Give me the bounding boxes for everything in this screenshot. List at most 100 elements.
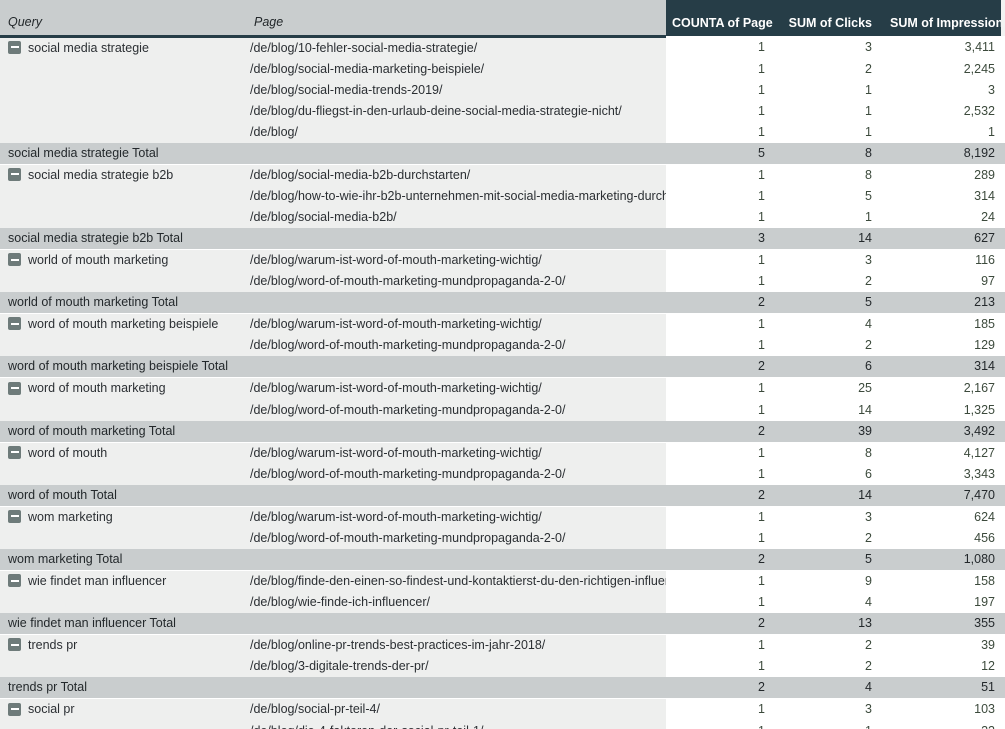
collapse-minus-icon[interactable] — [8, 381, 21, 395]
collapse-minus-icon[interactable] — [8, 167, 21, 181]
total-impressions-value: 355 — [884, 613, 1005, 635]
clicks-value: 2 — [779, 335, 884, 357]
impressions-value: 2,245 — [884, 58, 1005, 80]
clicks-value: 1 — [779, 79, 884, 101]
table-row: /de/blog/word-of-mouth-marketing-mundpro… — [0, 527, 1005, 549]
counta-value: 1 — [666, 185, 779, 207]
query-group-cell: wie findet man influencer — [0, 569, 246, 593]
page-cell: /de/blog/word-of-mouth-marketing-mundpro… — [246, 271, 666, 293]
total-clicks-value: 6 — [779, 356, 884, 378]
total-label: social media strategie b2b Total — [0, 227, 666, 250]
query-empty-cell — [0, 592, 246, 614]
page-cell: /de/blog/10-fehler-social-media-strategi… — [246, 35, 666, 59]
total-counta-value: 2 — [666, 420, 779, 443]
table-row: social media strategie b2b/de/blog/socia… — [0, 163, 1005, 186]
collapse-minus-icon[interactable] — [8, 509, 21, 523]
total-label: world of mouth marketing Total — [0, 292, 666, 314]
clicks-value: 8 — [779, 163, 884, 186]
table-row: /de/blog/word-of-mouth-marketing-mundpro… — [0, 271, 1005, 293]
query-empty-cell — [0, 656, 246, 678]
query-group-cell: wom marketing — [0, 505, 246, 528]
page-cell: /de/blog/finde-den-einen-so-findest-und-… — [246, 569, 666, 593]
page-cell: /de/blog/online-pr-trends-best-practices… — [246, 634, 666, 657]
query-label: wom marketing — [28, 509, 113, 524]
table-header: Query Page COUNTA of Page SUM of Clicks … — [0, 0, 1005, 38]
page-url: /de/blog/social-media-trends-2019/ — [250, 82, 443, 97]
page-url: /de/blog/ — [250, 124, 298, 139]
query-label: social pr — [28, 702, 75, 717]
collapse-minus-icon[interactable] — [8, 40, 21, 54]
clicks-value: 6 — [779, 463, 884, 485]
column-header-impressions[interactable]: SUM of Impressions — [884, 0, 1005, 36]
collapse-minus-icon[interactable] — [8, 445, 21, 459]
page-cell: /de/blog/social-media-b2b/ — [246, 206, 666, 228]
clicks-value: 3 — [779, 35, 884, 59]
impressions-value: 129 — [884, 335, 1005, 357]
collapse-minus-icon[interactable] — [8, 253, 21, 267]
table-row: trends pr/de/blog/online-pr-trends-best-… — [0, 634, 1005, 657]
page-url: /de/blog/warum-ist-word-of-mouth-marketi… — [250, 253, 542, 267]
impressions-value: 314 — [884, 185, 1005, 207]
total-counta-value: 2 — [666, 292, 779, 314]
total-label: social media strategie Total — [0, 142, 666, 165]
total-clicks-value: 39 — [779, 420, 884, 443]
page-cell: /de/blog/social-media-b2b-durchstarten/ — [246, 163, 666, 186]
total-row: word of mouth marketing Total 2 39 3,492 — [0, 420, 1005, 443]
impressions-value: 3 — [884, 79, 1005, 101]
total-label: word of mouth Total — [0, 484, 666, 507]
counta-value: 1 — [666, 505, 779, 528]
clicks-value: 3 — [779, 698, 884, 721]
counta-value: 1 — [666, 720, 779, 729]
page-url: /de/blog/how-to-wie-ihr-b2b-unternehmen-… — [250, 188, 666, 203]
query-group-cell: word of mouth marketing — [0, 377, 246, 400]
query-group-cell: trends pr — [0, 634, 246, 657]
page-url: /de/blog/du-fliegst-in-den-urlaub-deine-… — [250, 103, 622, 118]
query-empty-cell — [0, 527, 246, 549]
table-row: word of mouth marketing/de/blog/warum-is… — [0, 377, 1005, 400]
column-header-page[interactable]: Page — [246, 0, 666, 38]
impressions-value: 12 — [884, 656, 1005, 678]
total-impressions-value: 3,492 — [884, 420, 1005, 443]
column-header-counta[interactable]: COUNTA of Page — [666, 0, 779, 36]
query-empty-cell — [0, 58, 246, 80]
total-impressions-value: 7,470 — [884, 484, 1005, 507]
collapse-minus-icon[interactable] — [8, 702, 21, 716]
total-label: wom marketing Total — [0, 548, 666, 571]
clicks-value: 2 — [779, 634, 884, 657]
table-row: world of mouth marketing/de/blog/warum-i… — [0, 248, 1005, 272]
query-group-cell: social media strategie b2b — [0, 163, 246, 186]
collapse-minus-icon[interactable] — [8, 574, 21, 588]
query-label: trends pr — [28, 638, 78, 653]
counta-value: 1 — [666, 100, 779, 122]
header-right-edge — [1001, 0, 1005, 36]
page-cell: /de/blog/social-media-trends-2019/ — [246, 79, 666, 101]
impressions-value: 197 — [884, 592, 1005, 614]
total-label: trends pr Total — [0, 677, 666, 699]
impressions-value: 4,127 — [884, 441, 1005, 464]
column-header-query[interactable]: Query — [0, 0, 246, 38]
column-header-clicks[interactable]: SUM of Clicks — [779, 0, 884, 36]
page-cell: /de/blog/warum-ist-word-of-mouth-marketi… — [246, 313, 666, 336]
total-counta-value: 3 — [666, 227, 779, 250]
counta-value: 1 — [666, 248, 779, 272]
total-clicks-value: 13 — [779, 613, 884, 635]
total-clicks-value: 14 — [779, 227, 884, 250]
total-counta-value: 2 — [666, 677, 779, 699]
query-group-cell: world of mouth marketing — [0, 248, 246, 272]
counta-value: 1 — [666, 399, 779, 421]
table-row: /de/blog/word-of-mouth-marketing-mundpro… — [0, 399, 1005, 421]
query-empty-cell — [0, 100, 246, 122]
table-row: /de/blog/social-media-trends-2019/1 1 3 — [0, 79, 1005, 101]
collapse-minus-icon[interactable] — [8, 317, 21, 331]
impressions-value: 289 — [884, 163, 1005, 186]
collapse-minus-icon[interactable] — [8, 638, 21, 652]
total-row: wom marketing Total 2 5 1,080 — [0, 548, 1005, 571]
query-empty-cell — [0, 79, 246, 101]
page-cell: /de/blog/warum-ist-word-of-mouth-marketi… — [246, 441, 666, 464]
clicks-value: 3 — [779, 505, 884, 528]
page-url: /de/blog/wie-finde-ich-influencer/ — [250, 595, 430, 610]
clicks-value: 2 — [779, 271, 884, 293]
counta-value: 1 — [666, 527, 779, 549]
page-url: /de/blog/social-media-marketing-beispiel… — [250, 61, 485, 76]
total-clicks-value: 14 — [779, 484, 884, 507]
